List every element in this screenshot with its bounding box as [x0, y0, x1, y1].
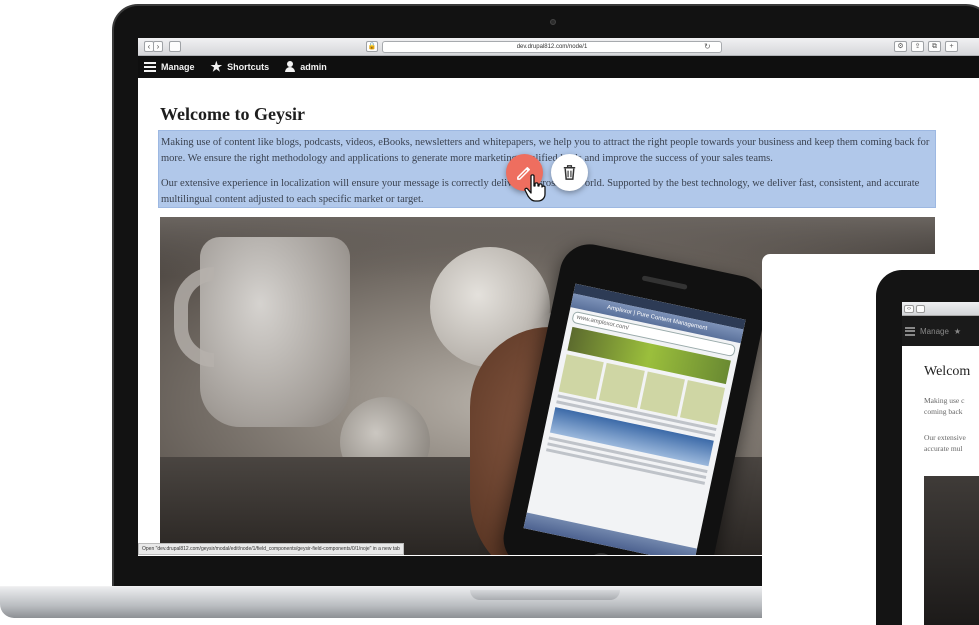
forward-button[interactable]: › [153, 41, 163, 52]
camera-dot [550, 19, 556, 25]
page-title: Welcome to Geysir [160, 104, 305, 124]
tablet-hero-image [924, 476, 979, 625]
phone-nav-bar [523, 512, 698, 555]
laptop-notch [470, 590, 620, 600]
tablet-text-line: Our extensive [924, 433, 966, 442]
phone-speaker [641, 275, 688, 290]
tablet-page-title: Welcom [924, 364, 971, 379]
toolbar-shortcuts[interactable]: ★ Shortcuts [210, 59, 270, 74]
tablet-admin-toolbar: Manage ★ [902, 316, 979, 346]
jug-handle-blur [174, 267, 214, 367]
tablet-toolbar-manage[interactable]: Manage [920, 327, 949, 336]
selected-text-component[interactable]: Making use of content like blogs, podcas… [158, 130, 936, 208]
new-tab-button[interactable]: + [945, 41, 958, 52]
toolbar-user-label: admin [300, 62, 327, 72]
body-paragraph-2: Our extensive experience in localization… [161, 178, 920, 205]
screenshot-stage: ‹ › 🔒 dev.drupal812.com/node/1 ↻ ⚙ ⇪ ⧉ +… [0, 0, 979, 625]
settings-button[interactable]: ⚙ [894, 41, 907, 52]
body-paragraph-1: Making use of content like blogs, podcas… [161, 137, 930, 164]
toolbar-manage-label: Manage [161, 62, 195, 72]
reload-icon[interactable]: ↻ [704, 41, 711, 52]
share-button[interactable]: ⇪ [911, 41, 924, 52]
trash-icon [563, 165, 576, 180]
browser-bar: ‹ › 🔒 dev.drupal812.com/node/1 ↻ ⚙ ⇪ ⧉ + [138, 38, 979, 56]
tablet-sidebar-button[interactable] [916, 305, 925, 313]
tablet-text-line: coming back [924, 407, 963, 416]
tablet-browser-bar: ‹› [902, 302, 979, 316]
tabs-button[interactable]: ⧉ [928, 41, 941, 52]
hand-pointer-icon [524, 174, 546, 202]
tablet-back-button[interactable]: ‹› [904, 305, 914, 313]
hamburger-icon [905, 326, 915, 336]
toolbar-user[interactable]: admin [285, 61, 327, 73]
tablet-text-line: Making use c [924, 396, 965, 405]
measuring-jug-blur [200, 237, 350, 427]
delete-button[interactable] [551, 154, 588, 191]
toolbar-shortcuts-label: Shortcuts [227, 62, 270, 72]
admin-toolbar: Manage ★ Shortcuts admin [138, 56, 979, 78]
address-bar[interactable]: dev.drupal812.com/node/1 [382, 41, 722, 53]
lock-icon: 🔒 [366, 41, 378, 52]
phone-screen: Amplexor | Pure Content Management www.a… [523, 283, 746, 555]
star-icon: ★ [210, 59, 223, 74]
link-status-tooltip: Open "dev.drupal812.com/geysir/modal/edi… [138, 543, 404, 555]
user-icon [285, 61, 296, 73]
toolbar-manage[interactable]: Manage [144, 62, 195, 72]
phone-home-button [584, 550, 618, 555]
hamburger-icon [144, 62, 156, 72]
star-icon: ★ [953, 326, 962, 336]
tablet-text-line: accurate mul [924, 444, 963, 453]
sidebar-toggle-button[interactable] [169, 41, 181, 52]
